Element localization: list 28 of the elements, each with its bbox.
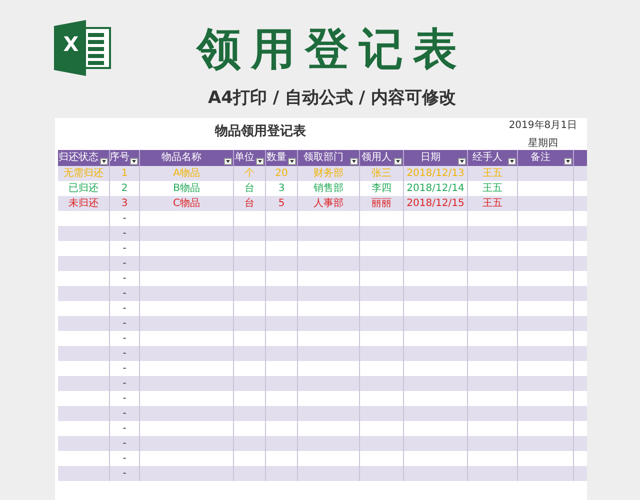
column-header: 备注: [530, 151, 550, 165]
banner-subtitle: A4打印 / 自动公式 / 内容可修改: [208, 88, 456, 108]
filter-dropdown-icon[interactable]: [224, 158, 232, 165]
weekday-text: 星期四: [528, 138, 558, 150]
column-header: 日期: [420, 151, 440, 165]
sheet-title: 物品领用登记表: [215, 124, 306, 141]
filter-dropdown-icon[interactable]: [130, 158, 138, 165]
filter-dropdown-icon[interactable]: [564, 158, 572, 165]
filter-dropdown-icon[interactable]: [394, 158, 402, 165]
filter-dropdown-icon[interactable]: [508, 158, 516, 165]
table-cell: -: [110, 466, 140, 481]
column-header: 物品名称: [162, 151, 202, 165]
column-header: 领用人: [362, 151, 392, 165]
filter-dropdown-icon[interactable]: [288, 158, 296, 165]
filter-dropdown-icon[interactable]: [100, 158, 108, 165]
column-header: 经手人: [472, 151, 502, 165]
filter-dropdown-icon[interactable]: [256, 158, 264, 165]
banner-title: 领用登记表: [197, 24, 467, 76]
filter-dropdown-icon[interactable]: [458, 158, 466, 165]
column-header: 单位: [234, 151, 254, 165]
spreadsheet-logo-icon: [52, 18, 112, 78]
filter-dropdown-icon[interactable]: [350, 158, 358, 165]
column-header: 领取部门: [304, 151, 344, 165]
logo-letter: X: [62, 32, 80, 56]
date-text: 2019年8月1日: [508, 120, 577, 132]
column-header: 序号: [110, 151, 130, 165]
column-header: 数量: [266, 151, 286, 165]
column-header: 归还状态: [58, 151, 98, 165]
